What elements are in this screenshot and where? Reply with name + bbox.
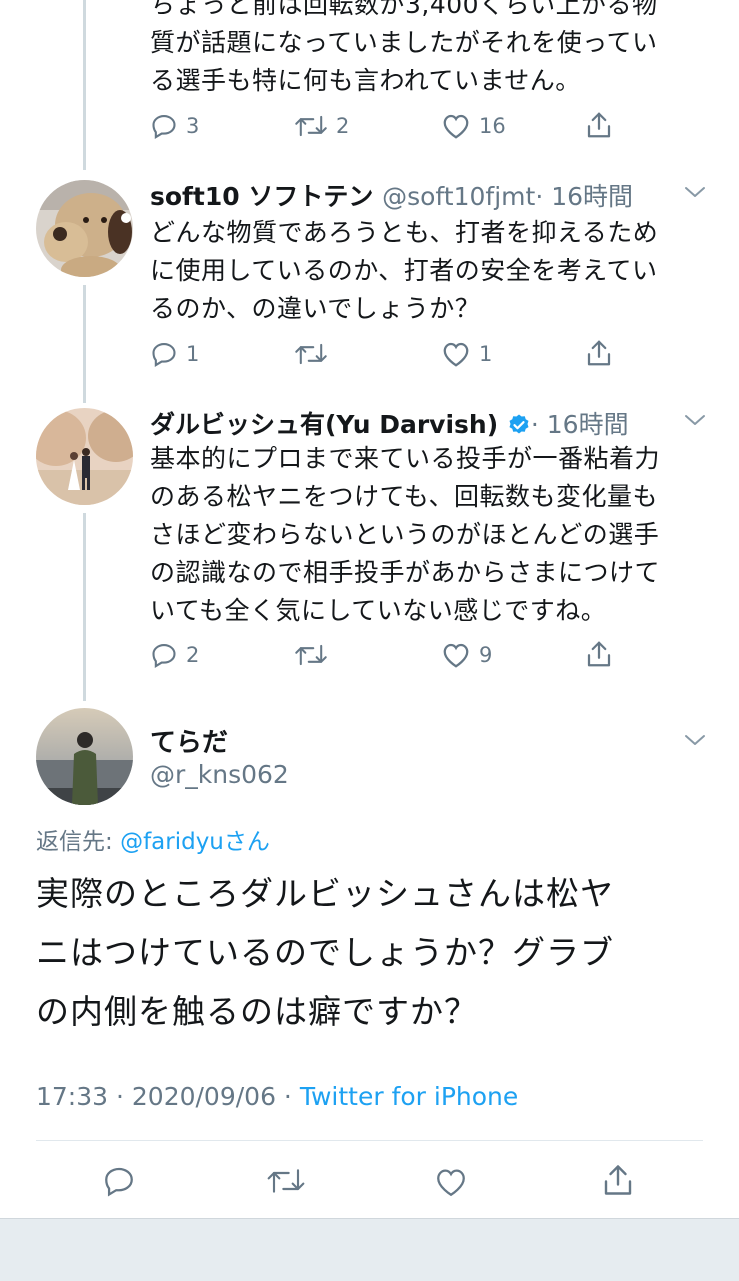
tweet-text-line: のある松ヤニをつけても、回転数も変化量も	[150, 482, 659, 511]
thread-line	[83, 285, 86, 403]
reply-count: 3	[186, 114, 200, 138]
display-name[interactable]: てらだ	[150, 722, 228, 759]
like-button[interactable]: 1	[441, 340, 492, 368]
reply-count: 1	[186, 342, 200, 366]
reply-icon	[105, 1167, 133, 1197]
share-button[interactable]	[584, 639, 614, 669]
tweet-text-line: るのか、の違いでしょうか？	[150, 294, 481, 323]
reply-button[interactable]	[102, 1164, 136, 1202]
reply-to-user-link[interactable]: @faridyuさん	[120, 829, 270, 855]
retweet-icon	[295, 644, 327, 666]
timestamp[interactable]: · 16時間	[535, 182, 633, 211]
retweet-count: 2	[336, 114, 350, 138]
tweet-header: ダルビッシュ有(Yu Darvish) · 16時間	[150, 405, 629, 441]
retweet-button[interactable]	[266, 1165, 306, 1201]
like-count: 9	[479, 643, 493, 667]
tweet-text-line: 実際のところダルビッシュさんは松ヤ	[36, 874, 614, 913]
share-icon	[604, 1165, 632, 1195]
tweet-text: どんな物質であろうとも、打者を抑えるため に使用しているのか、打者の安全を考えて…	[150, 214, 658, 328]
reply-button[interactable]: 1	[150, 340, 199, 368]
tweet-text-line: ちょっと前は回転数が3,400くらい上がる物	[150, 0, 658, 19]
source-link[interactable]: Twitter for iPhone	[300, 1082, 518, 1111]
share-icon	[587, 112, 611, 138]
chevron-down-icon[interactable]	[684, 732, 706, 748]
like-button[interactable]: 16	[441, 112, 506, 140]
share-button[interactable]	[600, 1162, 636, 1202]
verified-badge-icon	[509, 414, 529, 434]
retweet-button[interactable]	[294, 641, 336, 669]
tweet-text: 基本的にプロまで来ている投手が一番粘着力 のある松ヤニをつけても、回転数も変化量…	[150, 440, 660, 630]
share-button[interactable]	[584, 110, 614, 140]
retweet-button[interactable]: 2	[294, 112, 349, 140]
tweet-text-line: ニはつけているのでしょうか？グラブ	[36, 933, 614, 972]
retweet-icon	[267, 1169, 305, 1193]
like-button[interactable]: 9	[441, 641, 492, 669]
user-handle[interactable]: @r_kns062	[150, 760, 289, 789]
like-icon	[437, 1169, 465, 1197]
avatar[interactable]	[36, 708, 133, 805]
like-icon	[443, 342, 469, 367]
tweet-text-line: 質が話題になっていましたがそれを使ってい	[150, 28, 658, 57]
reply-button[interactable]: 3	[150, 112, 199, 140]
tweet-text-line: どんな物質であろうとも、打者を抑えるため	[150, 218, 659, 247]
like-icon	[443, 114, 469, 139]
share-icon	[587, 641, 611, 667]
share-button[interactable]	[584, 338, 614, 368]
display-name[interactable]: soft10 ソフトテン	[150, 182, 373, 211]
retweet-button[interactable]	[294, 340, 336, 368]
avatar[interactable]	[36, 180, 133, 277]
reply-context: 返信先: @faridyuさん	[36, 822, 270, 856]
reply-count: 2	[186, 643, 200, 667]
reply-button[interactable]: 2	[150, 641, 199, 669]
thread-line	[83, 513, 86, 701]
bottom-area	[0, 1218, 739, 1281]
thread-line	[83, 0, 86, 170]
tweet-text: 実際のところダルビッシュさんは松ヤ ニはつけているのでしょうか？グラブ の内側を…	[36, 864, 614, 1041]
tweet-text-line: に使用しているのか、打者の安全を考えてい	[150, 256, 658, 285]
tweet-text-line: の認識なので相手投手があからさまにつけて	[150, 558, 661, 587]
timestamp: 17:33 · 2020/09/06 ·	[36, 1082, 300, 1111]
tweet-header: soft10 ソフトテン @soft10fjmt· 16時間	[150, 177, 633, 213]
like-count: 1	[479, 342, 493, 366]
share-icon	[587, 340, 611, 366]
like-icon	[443, 643, 469, 668]
tweet-text-line: いても全く気にしていない感じですね。	[150, 596, 607, 625]
tweet-timestamp-row: 17:33 · 2020/09/06 · Twitter for iPhone	[36, 1082, 518, 1111]
like-button[interactable]	[434, 1166, 468, 1202]
divider	[36, 1140, 703, 1141]
avatar[interactable]	[36, 408, 133, 505]
timestamp[interactable]: · 16時間	[531, 410, 629, 439]
chevron-down-icon[interactable]	[684, 412, 706, 428]
tweet-text: ちょっと前は回転数が3,400くらい上がる物 質が話題になっていましたがそれを使…	[150, 0, 658, 100]
reply-to-label: 返信先:	[36, 829, 121, 855]
tweet-text-line: さほど変わらないというのがほとんどの選手	[150, 520, 660, 549]
retweet-icon	[295, 115, 327, 137]
display-name[interactable]: ダルビッシュ有(Yu Darvish)	[150, 410, 498, 439]
like-count: 16	[479, 114, 506, 138]
tweet-text-line: 基本的にプロまで来ている投手が一番粘着力	[150, 444, 661, 473]
reply-icon	[152, 343, 176, 367]
reply-icon	[152, 115, 176, 139]
chevron-down-icon[interactable]	[684, 184, 706, 200]
tweet-text-line: の内側を触るのは癖ですか？	[36, 992, 478, 1031]
reply-icon	[152, 644, 176, 668]
tweet-text-line: る選手も特に何も言われていません。	[150, 66, 581, 95]
user-handle[interactable]: @soft10fjmt	[382, 182, 535, 211]
retweet-icon	[295, 343, 327, 365]
